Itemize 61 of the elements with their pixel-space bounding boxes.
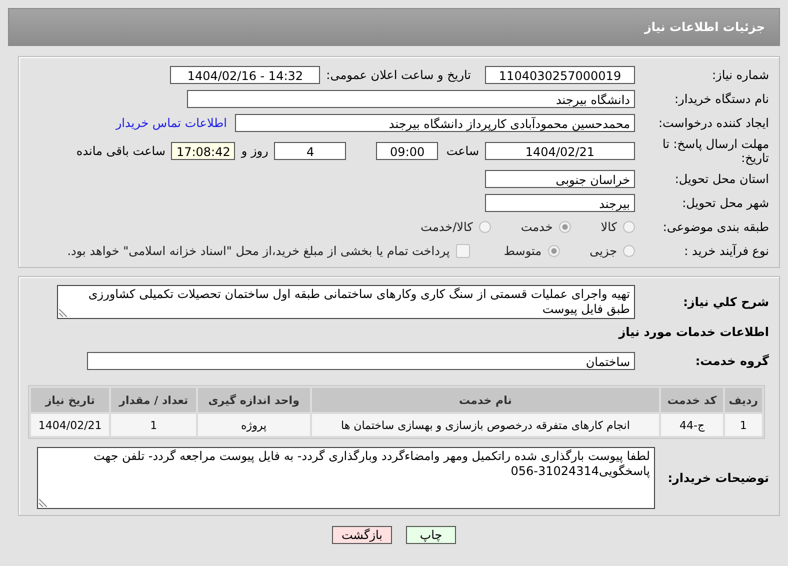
- input-field[interactable]: 17:08:42: [171, 142, 236, 160]
- field-label: مهلت ارسال پاسخ: تا تاریخ:: [661, 137, 770, 165]
- table-cell: ج-44: [661, 414, 723, 436]
- field-label: گروه خدمت:: [694, 354, 770, 368]
- field-label: تاریخ و ساعت اعلان عمومی:: [326, 68, 471, 82]
- field-label: استان محل تحویل:: [674, 172, 770, 186]
- input-field[interactable]: محمدحسین محمودآبادی کارپرداز دانشگاه بیرجند: [235, 114, 635, 132]
- option-label: جزیی: [590, 244, 617, 258]
- table-cell: 1: [111, 414, 196, 436]
- field-label: توضیحات خریدار:: [666, 471, 770, 485]
- radio-button[interactable]: [558, 221, 571, 233]
- input-field[interactable]: خراسان جنوبی: [485, 170, 635, 188]
- field-label: طبقه بندی موضوعی:: [662, 220, 770, 234]
- text-area[interactable]: لطفا پیوست بارگذاری شده راتکمیل ومهر وامضاءگردد وبارگذاری گردد- به فایل پیوست مراجعه گردد- تلفن جهت پاسخگویی31024314-056: [37, 447, 655, 509]
- input-field[interactable]: 1404/02/21: [485, 142, 635, 160]
- input-field[interactable]: ساختمان: [87, 352, 635, 370]
- field-label: شماره نیاز:: [711, 68, 770, 82]
- option-label: متوسط: [504, 244, 542, 258]
- back-button[interactable]: بازگشت: [332, 526, 392, 544]
- text-area[interactable]: تهیه واجرای عملیات قسمتی از سنگ کاری وکارهای ساختمانی طبقه اول ساختمان تحصیلات تکمیلی کشاورزی طبق فایل پیوست: [57, 285, 635, 319]
- column-header: واحد اندازه گیری: [198, 388, 310, 412]
- field-label: ایجاد کننده درخواست:: [657, 116, 770, 130]
- page-title: جزئیات اطلاعات نیاز: [644, 20, 765, 34]
- field-label: نام دستگاه خریدار:: [674, 92, 770, 106]
- print-button[interactable]: چاپ: [406, 526, 456, 544]
- input-field[interactable]: 1104030257000019: [485, 66, 635, 84]
- description-text: تهیه واجرای عملیات قسمتی از سنگ کاری وکارهای ساختمانی طبقه اول ساختمان تحصیلات تکمیلی کشاورزی طبق فایل پیوست: [87, 287, 630, 317]
- radio-button[interactable]: [548, 245, 560, 257]
- radio-button[interactable]: [478, 221, 491, 233]
- checkbox[interactable]: [456, 244, 470, 258]
- input-field[interactable]: 1404/02/16 - 14:32: [170, 66, 320, 84]
- time-label: ساعت: [446, 144, 479, 158]
- days-label: روز و: [241, 144, 268, 158]
- table-cell: انجام کارهای متفرقه درخصوص بازسازی و بهسازی ساختمان ها: [312, 414, 660, 436]
- option-label: کالا: [600, 220, 617, 234]
- column-header: تعداد / مقدار: [111, 388, 196, 412]
- column-header: ردیف: [724, 388, 762, 412]
- resize-grip-icon[interactable]: [59, 309, 67, 317]
- contact-link[interactable]: اطلاعات تماس خریدار: [116, 116, 227, 130]
- field-label: شهر محل تحویل:: [681, 196, 770, 210]
- column-header: کد خدمت: [661, 388, 723, 412]
- radio-button[interactable]: [623, 245, 635, 257]
- resize-grip-icon[interactable]: [39, 499, 47, 507]
- option-label: خدمت: [520, 220, 553, 234]
- table-cell: پروژه: [198, 414, 310, 436]
- checkbox-label: پرداخت تمام یا بخشی از مبلغ خرید،از محل "اسناد خزانه اسلامی" خواهد بود.: [67, 244, 450, 258]
- remaining-label: ساعت باقی مانده: [76, 144, 166, 158]
- table-cell: 1: [724, 414, 762, 436]
- table-cell: 1404/02/21: [31, 414, 110, 436]
- field-label: شرح کلي نياز:: [682, 295, 770, 309]
- input-field[interactable]: 09:00: [376, 142, 438, 160]
- option-label: کالا/خدمت: [420, 220, 473, 234]
- input-field[interactable]: دانشگاه بیرجند: [187, 90, 635, 108]
- column-header: نام خدمت: [312, 388, 660, 412]
- section-heading: اطلاعات خدمات مورد نیاز: [617, 325, 770, 339]
- input-field[interactable]: بیرجند: [485, 194, 635, 212]
- radio-button[interactable]: [623, 221, 635, 233]
- field-label: نوع فرآیند خرید :: [683, 244, 770, 258]
- notes-text: لطفا پیوست بارگذاری شده راتکمیل ومهر وامضاءگردد وبارگذاری گردد- به فایل پیوست مراجعه گردد- تلفن جهت پاسخگویی31024314-056: [92, 449, 650, 479]
- input-field[interactable]: 4: [274, 142, 346, 160]
- column-header: تاریخ نیاز: [31, 388, 110, 412]
